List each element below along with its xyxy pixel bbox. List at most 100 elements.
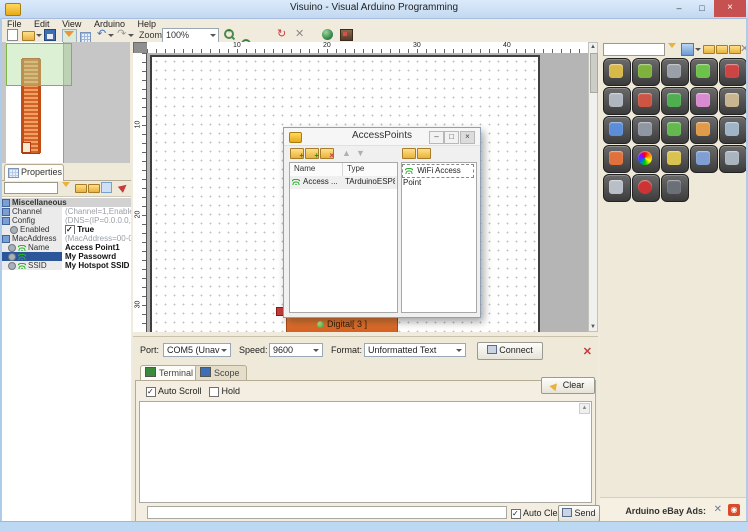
- palette-icon-robot-green[interactable]: [690, 58, 718, 86]
- send-input[interactable]: [147, 506, 507, 519]
- zoom-combobox[interactable]: 100%: [162, 28, 219, 43]
- palette-icon-hand[interactable]: [690, 116, 718, 144]
- palette-icon-factory[interactable]: [632, 116, 660, 144]
- property-row-ssid[interactable]: SSID My Hotspot SSID: [0, 261, 131, 270]
- property-row-miscellaneous[interactable]: Miscellaneous: [0, 198, 131, 207]
- palette-icon-clock[interactable]: [661, 145, 689, 173]
- category-folder-open-icon[interactable]: [417, 148, 431, 159]
- palette-icon-waveform[interactable]: [603, 116, 631, 144]
- palette-icon-color-wheel[interactable]: [632, 145, 660, 173]
- palette-icon-keyboard[interactable]: [661, 58, 689, 86]
- close-button[interactable]: ×: [714, 0, 746, 17]
- undo-dropdown-icon[interactable]: [108, 34, 114, 40]
- send-button[interactable]: Send: [558, 505, 600, 522]
- property-row-password[interactable]: Password My Passowrd: [0, 252, 131, 261]
- dialog-maximize-button[interactable]: □: [444, 131, 459, 144]
- palette-icon-math-123[interactable]: [661, 87, 689, 115]
- speed-combobox[interactable]: 9600: [269, 343, 323, 357]
- palette-icon-dice[interactable]: [690, 87, 718, 115]
- format-combobox[interactable]: Unformatted Text: [364, 343, 466, 357]
- properties-search-input[interactable]: [4, 182, 58, 194]
- palette-icon-text-abc[interactable]: [632, 87, 660, 115]
- minimap[interactable]: [2, 42, 130, 164]
- properties-folder2-icon[interactable]: [88, 182, 99, 193]
- delete-item-button[interactable]: ×: [320, 148, 334, 159]
- minimap-viewport[interactable]: [6, 43, 72, 86]
- wifi-access-point-item[interactable]: WiFi Access Point: [403, 165, 473, 177]
- add-item-button[interactable]: +: [290, 148, 304, 159]
- palette-icon-tool[interactable]: [603, 58, 631, 86]
- scroll-up-icon[interactable]: ▲: [589, 44, 597, 50]
- tab-properties[interactable]: Properties: [4, 164, 64, 181]
- refresh-button[interactable]: ↻: [277, 29, 289, 40]
- palette-filter-icon[interactable]: [668, 43, 680, 55]
- open-dropdown-icon[interactable]: [36, 34, 42, 40]
- palette-search-input[interactable]: [603, 43, 665, 56]
- open-project-button[interactable]: [22, 31, 35, 41]
- properties-list-view-icon[interactable]: [101, 182, 112, 193]
- property-row-channel[interactable]: Channel (Channel=1,Enable...: [0, 207, 131, 216]
- list-header[interactable]: Name Type: [290, 163, 397, 177]
- palette-icon-mouse[interactable]: [603, 87, 631, 115]
- move-down-button[interactable]: ▼: [356, 148, 365, 158]
- palette-icon-board-green[interactable]: [632, 58, 660, 86]
- category-folder-icon[interactable]: [402, 148, 416, 159]
- properties-filter-icon[interactable]: [62, 182, 73, 193]
- palette-folder-open-icon[interactable]: [716, 43, 728, 55]
- palette-icon-computer[interactable]: [719, 116, 747, 144]
- palette-icon-valve[interactable]: [719, 145, 747, 173]
- palette-icon-keyboard-dark[interactable]: [661, 174, 689, 202]
- wizard-dropdown-icon[interactable]: [695, 48, 701, 54]
- terminal-output[interactable]: ▲: [139, 401, 592, 503]
- accesspoints-list[interactable]: Name Type Access ... TArduinoESP8266WiF.…: [289, 162, 398, 313]
- scrollbar-thumb[interactable]: [590, 53, 598, 93]
- canvas-vertical-scrollbar[interactable]: ▲ ▼: [588, 42, 598, 332]
- save-project-button[interactable]: [44, 29, 56, 41]
- port-combobox[interactable]: COM5 (Unav: [163, 343, 231, 357]
- ads-close-icon[interactable]: ◉: [728, 504, 740, 516]
- tab-scope[interactable]: Scope: [195, 365, 247, 381]
- column-type[interactable]: Type: [347, 163, 364, 175]
- property-row-name[interactable]: Name Access Point1: [0, 243, 131, 252]
- web-help-button[interactable]: [322, 29, 333, 40]
- palette-icon-arrow-green[interactable]: [661, 116, 689, 144]
- palette-icon-numbers-123[interactable]: [719, 58, 747, 86]
- minimize-button[interactable]: –: [668, 0, 690, 17]
- hold-checkbox[interactable]: Hold: [209, 386, 240, 397]
- column-name[interactable]: Name: [294, 163, 315, 175]
- insert-item-button[interactable]: +: [305, 148, 319, 159]
- palette-icon-document[interactable]: [603, 174, 631, 202]
- palette-wizard-icon[interactable]: [681, 43, 693, 55]
- accesspoint-row[interactable]: Access ... TArduinoESP8266WiF...: [290, 176, 397, 189]
- zoom-in-button[interactable]: +: [224, 29, 234, 39]
- new-project-button[interactable]: [7, 29, 18, 41]
- palette-folder-edit-icon[interactable]: [703, 43, 715, 55]
- palette-icon-audio[interactable]: [690, 145, 718, 173]
- property-row-enabled[interactable]: Enabled True: [0, 225, 131, 234]
- ads-settings-icon[interactable]: ✕: [714, 504, 722, 515]
- clear-button[interactable]: Clear: [541, 377, 595, 394]
- auto-scroll-checkbox[interactable]: Auto Scroll: [146, 386, 202, 397]
- maximize-button[interactable]: □: [691, 0, 713, 17]
- property-row-macaddress[interactable]: MacAddress (MacAddress=00-0...: [0, 234, 131, 243]
- delete-button[interactable]: ✕: [295, 29, 307, 40]
- accesspoint-type-palette[interactable]: WiFi Access Point: [401, 162, 477, 313]
- terminal-scroll-icon[interactable]: ▲: [579, 403, 590, 414]
- disconnect-icon[interactable]: ✕: [583, 345, 592, 358]
- column-separator[interactable]: [342, 163, 343, 176]
- connect-button[interactable]: Connect: [477, 342, 543, 360]
- palette-icon-cup[interactable]: [719, 87, 747, 115]
- redo-dropdown-icon[interactable]: [128, 34, 134, 40]
- palette-icon-power[interactable]: [632, 174, 660, 202]
- properties-folder-icon[interactable]: [75, 182, 86, 193]
- property-row-config[interactable]: Config (DNS=(IP=0.0.0.0,E...: [0, 216, 131, 225]
- properties-pin-icon[interactable]: [119, 182, 130, 193]
- upload-button[interactable]: [340, 29, 353, 41]
- palette-icon-flame[interactable]: [603, 145, 631, 173]
- dialog-title-bar[interactable]: AccessPoints – □ ×: [284, 128, 480, 146]
- scroll-down-icon[interactable]: ▼: [589, 324, 597, 330]
- move-up-button[interactable]: ▲: [342, 148, 351, 158]
- dialog-close-button[interactable]: ×: [460, 131, 475, 144]
- properties-tree: Miscellaneous Channel (Channel=1,Enable.…: [0, 196, 131, 522]
- dialog-minimize-button[interactable]: –: [429, 131, 444, 144]
